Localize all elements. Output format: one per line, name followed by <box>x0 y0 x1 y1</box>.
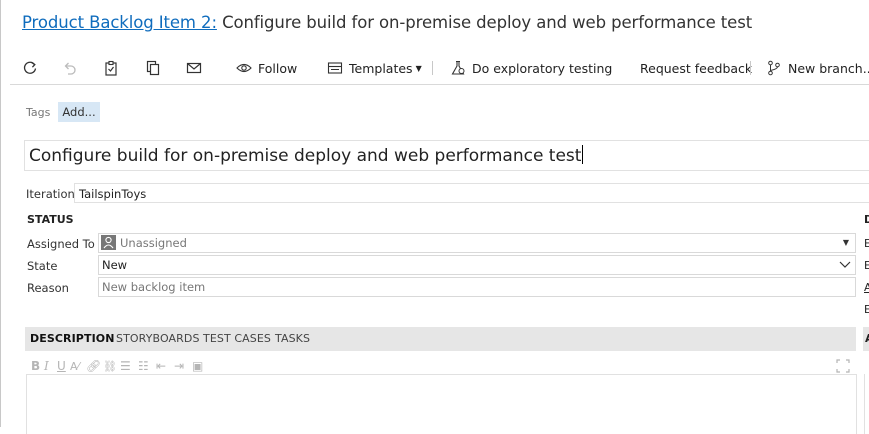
caret-down-icon: ▼ <box>842 238 849 247</box>
assigned-to-dropdown[interactable]: Unassigned ▼ <box>98 233 856 253</box>
email-button[interactable] <box>186 52 202 84</box>
details-label: E <box>864 303 869 316</box>
iteration-label: Iteration <box>26 187 75 201</box>
details-label: E <box>864 237 869 250</box>
details-label: E <box>864 259 869 272</box>
tab-storyboards[interactable]: STORYBOARDS <box>116 327 200 351</box>
highlight-icon[interactable]: A⁄ <box>70 360 86 373</box>
link-icon[interactable]: 🔗︎ <box>86 359 103 373</box>
indent-icon[interactable]: ⇥ <box>174 359 192 373</box>
title-input-value: Configure build for on-premise deploy an… <box>29 146 582 166</box>
branch-icon <box>768 60 780 76</box>
eye-icon <box>236 63 252 73</box>
work-item-link[interactable]: Product Backlog Item 2: <box>22 13 217 32</box>
exploratory-label: Do exploratory testing <box>472 60 613 76</box>
unlink-icon[interactable]: ⛓︎ <box>103 360 120 373</box>
caret-down-icon: ▼ <box>415 63 422 73</box>
right-panel-editor <box>864 374 869 434</box>
toolbar-divider <box>10 84 869 85</box>
tab-tasks[interactable]: TASKS <box>275 327 310 351</box>
request-feedback-button[interactable]: Request feedback <box>640 52 752 84</box>
tab-test-cases[interactable]: TEST CASES <box>203 327 271 351</box>
exploratory-testing-button[interactable]: Do exploratory testing <box>450 52 612 84</box>
undo-button[interactable] <box>62 52 78 84</box>
add-tag-button[interactable]: Add... <box>58 102 100 122</box>
work-item-title: Configure build for on-premise deploy an… <box>222 13 753 32</box>
clipboard-icon <box>105 60 117 76</box>
reason-value: New backlog item <box>102 280 206 294</box>
state-dropdown[interactable]: New <box>98 255 856 275</box>
request-feedback-label: Request feedback <box>640 60 753 76</box>
details-heading: D <box>864 213 869 226</box>
details-label: A <box>864 281 869 294</box>
text-caret <box>582 145 584 164</box>
flask-icon <box>451 60 465 75</box>
undo-icon <box>64 62 76 75</box>
page-title: Product Backlog Item 2: Configure build … <box>22 13 752 32</box>
italic-icon[interactable]: I <box>44 359 57 373</box>
state-label: State <box>27 259 58 273</box>
bullet-list-icon[interactable]: ☰ <box>120 359 138 373</box>
toolbar-separator <box>432 61 433 75</box>
image-icon[interactable]: ▣ <box>192 359 210 373</box>
status-heading: STATUS <box>27 213 74 226</box>
tags-label: Tags <box>26 106 51 119</box>
chevron-down-icon <box>839 261 851 268</box>
outdent-icon[interactable]: ⇤ <box>156 359 174 373</box>
new-branch-button[interactable]: New branch... <box>767 52 869 84</box>
description-editor[interactable] <box>26 374 857 434</box>
templates-dropdown[interactable]: Templates ▼ <box>327 52 422 84</box>
tab-description[interactable]: DESCRIPTION <box>30 327 115 351</box>
copy-icon <box>146 60 160 76</box>
mail-icon <box>186 62 202 74</box>
right-tab-bar: A <box>863 327 869 351</box>
numbered-list-icon[interactable]: ☷ <box>138 359 156 373</box>
right-tab-label: A <box>865 332 869 345</box>
maximize-icon[interactable] <box>836 358 850 373</box>
templates-label: Templates <box>349 60 413 76</box>
user-placeholder-icon <box>101 235 116 250</box>
bold-icon[interactable]: B <box>31 359 44 373</box>
new-branch-label: New branch... <box>788 60 869 76</box>
refresh-icon <box>23 61 37 74</box>
reason-field[interactable]: New backlog item <box>98 277 856 297</box>
follow-label: Follow <box>258 60 298 76</box>
paste-button[interactable] <box>103 52 119 84</box>
follow-button[interactable]: Follow <box>236 52 297 84</box>
toolbar: Follow Templates ▼ Do exploratory testin… <box>0 52 869 84</box>
work-item-title-input[interactable]: Configure build for on-premise deploy an… <box>24 140 869 171</box>
toolbar-separator <box>750 61 751 75</box>
assigned-to-label: Assigned To <box>27 237 95 251</box>
tab-bar: DESCRIPTION STORYBOARDS TEST CASES TASKS <box>25 327 856 351</box>
template-icon <box>327 62 343 74</box>
copy-button[interactable] <box>145 52 161 84</box>
iteration-field[interactable]: TailspinToys <box>74 183 869 203</box>
refresh-button[interactable] <box>22 52 38 84</box>
state-value: New <box>102 258 128 272</box>
reason-label: Reason <box>27 281 69 295</box>
assigned-to-value: Unassigned <box>120 236 187 250</box>
underline-icon[interactable]: U <box>57 359 70 373</box>
